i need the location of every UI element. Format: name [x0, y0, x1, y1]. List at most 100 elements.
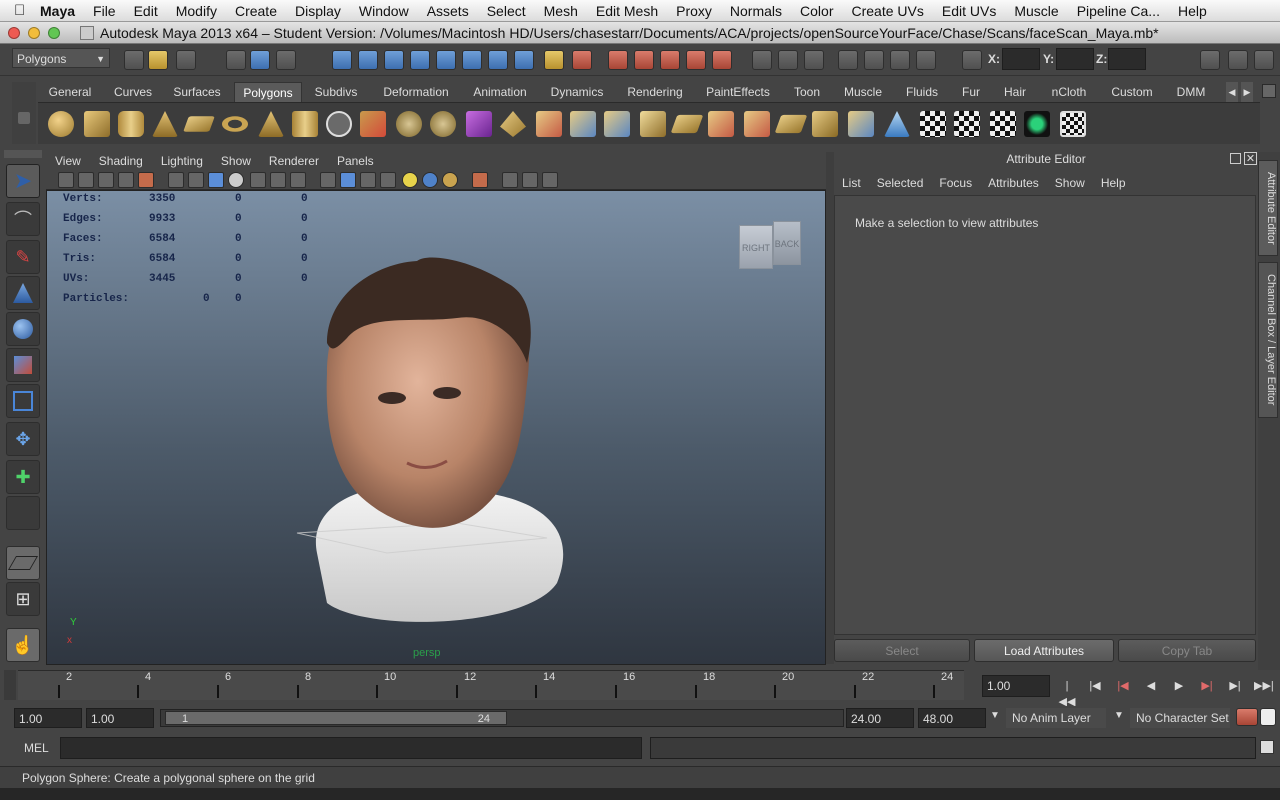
menuset-dropdown[interactable]: Polygons ▼ — [12, 48, 110, 68]
menu-normals[interactable]: Normals — [721, 3, 791, 19]
poly-platonic-icon[interactable] — [326, 111, 352, 137]
render-current-frame-icon[interactable] — [634, 50, 654, 70]
shelf-tab-toon[interactable]: Toon — [788, 82, 826, 102]
menu-select[interactable]: Select — [478, 3, 535, 19]
shelf-tab-muscle[interactable]: Muscle — [838, 82, 888, 102]
extrude-icon[interactable] — [536, 111, 562, 137]
minimize-window-button[interactable] — [28, 26, 40, 39]
poly-torus-icon[interactable] — [222, 116, 248, 132]
planar-mapping-icon[interactable] — [848, 111, 874, 137]
xray-joints-icon[interactable] — [522, 172, 538, 188]
offset-edge-loop-icon[interactable] — [774, 114, 808, 134]
ae-menu-help[interactable]: Help — [1093, 176, 1134, 190]
all-lights-icon[interactable] — [422, 172, 438, 188]
menu-edit-mesh[interactable]: Edit Mesh — [587, 3, 667, 19]
menu-proxy[interactable]: Proxy — [667, 3, 721, 19]
menu-file[interactable]: File — [84, 3, 125, 19]
gate-mask-icon[interactable] — [228, 172, 244, 188]
default-lighting-icon[interactable] — [402, 172, 418, 188]
show-attribute-editor-icon[interactable] — [752, 50, 772, 70]
menu-create[interactable]: Create — [226, 3, 286, 19]
ae-menu-show[interactable]: Show — [1047, 176, 1093, 190]
shelf-scroll-right-icon[interactable]: ▶ — [1241, 82, 1253, 102]
ae-menu-attributes[interactable]: Attributes — [980, 176, 1047, 190]
bookmarks-icon[interactable] — [98, 172, 114, 188]
grid-toggle-icon[interactable] — [168, 172, 184, 188]
shelf-tab-dmm[interactable]: DMM — [1172, 82, 1210, 102]
snap-plane-icon[interactable] — [410, 50, 430, 70]
poly-cone-icon[interactable] — [152, 111, 178, 137]
playback-end-field[interactable]: 24.00 — [846, 708, 914, 728]
history-icon[interactable] — [572, 50, 592, 70]
outliner-icon[interactable] — [864, 50, 884, 70]
snap-point-icon[interactable] — [384, 50, 404, 70]
ipr-render-icon[interactable] — [660, 50, 680, 70]
split-polygon-icon[interactable] — [708, 111, 734, 137]
poly-plane-icon[interactable] — [183, 116, 215, 132]
character-set-dropdown[interactable]: No Character Set — [1130, 708, 1230, 728]
step-forward-key-icon[interactable]: ▶| — [1198, 678, 1216, 694]
view-cube-right-face[interactable]: RIGHT — [739, 225, 773, 269]
uv-layout-icon[interactable] — [954, 111, 980, 137]
quick-layout-outliner[interactable]: ☝ — [6, 628, 40, 662]
shelf-tab-painteffects[interactable]: PaintEffects — [700, 82, 776, 102]
go-to-start-icon[interactable]: |◀◀ — [1058, 678, 1076, 708]
y-field[interactable] — [1056, 48, 1094, 70]
shelf-tab-hair[interactable]: Hair — [998, 82, 1032, 102]
end-time-field[interactable]: 48.00 — [918, 708, 986, 728]
menu-window[interactable]: Window — [350, 3, 418, 19]
time-slider[interactable]: 2 4 6 8 10 12 14 16 18 20 22 24 — [18, 670, 964, 700]
rotate-tool[interactable] — [6, 348, 40, 382]
step-forward-frame-icon[interactable]: ▶| — [1226, 678, 1244, 694]
view-cube-back-face[interactable]: BACK — [773, 221, 801, 265]
average-vertices-icon[interactable] — [500, 111, 526, 137]
auto-key-icon[interactable] — [1236, 708, 1258, 726]
shelf-tab-dynamics[interactable]: Dynamics — [544, 82, 610, 102]
viewport-menu-view[interactable]: View — [46, 154, 90, 168]
select-object-icon[interactable] — [250, 50, 270, 70]
save-scene-icon[interactable] — [176, 50, 196, 70]
move-tool[interactable] — [6, 312, 40, 346]
start-time-field[interactable]: 1.00 — [14, 708, 82, 728]
uv-texture-editor-icon[interactable] — [1024, 111, 1050, 137]
smooth-shade-icon[interactable] — [340, 172, 356, 188]
shelf-tab-fluids[interactable]: Fluids — [900, 82, 944, 102]
tab-channel-box[interactable]: Channel Box / Layer Editor — [1258, 262, 1278, 418]
hypergraph-icon[interactable] — [916, 50, 936, 70]
ae-select-button[interactable]: Select — [834, 639, 970, 662]
poly-sphere-icon[interactable] — [48, 111, 74, 137]
show-tool-settings-icon[interactable] — [778, 50, 798, 70]
select-camera-icon[interactable] — [58, 172, 74, 188]
safe-action-icon[interactable] — [270, 172, 286, 188]
menu-modify[interactable]: Modify — [167, 3, 226, 19]
shelf-tab-rendering[interactable]: Rendering — [622, 82, 688, 102]
select-hierarchy-icon[interactable] — [226, 50, 246, 70]
viewport-menu-panels[interactable]: Panels — [328, 154, 383, 168]
command-input[interactable] — [60, 737, 642, 759]
anim-layer-chevron-icon[interactable]: ▼ — [990, 710, 1000, 721]
safe-title-icon[interactable] — [290, 172, 306, 188]
time-slider-handle[interactable] — [4, 670, 16, 700]
shelf-menu-down-icon[interactable] — [1262, 84, 1276, 98]
step-back-frame-icon[interactable]: |◀ — [1086, 678, 1104, 694]
step-back-key-icon[interactable]: |◀ — [1114, 678, 1132, 694]
bevel-icon[interactable] — [812, 111, 838, 137]
attribute-editor-toggle-icon[interactable] — [1200, 50, 1220, 70]
bridge-icon[interactable] — [570, 111, 596, 137]
uv-snapshot-icon[interactable] — [1060, 111, 1086, 137]
menu-edit[interactable]: Edit — [125, 3, 167, 19]
sculpt-tool[interactable] — [6, 276, 40, 310]
menu-app-maya[interactable]: Maya — [36, 3, 84, 19]
ae-copy-tab-button[interactable]: Copy Tab — [1118, 639, 1256, 662]
viewport-menu-shading[interactable]: Shading — [90, 154, 152, 168]
camera-attributes-icon[interactable] — [78, 172, 94, 188]
field-chart-icon[interactable] — [250, 172, 266, 188]
shelf-tab-polygons[interactable]: Polygons — [234, 82, 302, 102]
show-channel-box-icon[interactable] — [804, 50, 824, 70]
textured-icon[interactable] — [380, 172, 396, 188]
snap-vertex-icon[interactable] — [462, 50, 482, 70]
playback-start-field[interactable]: 1.00 — [86, 708, 154, 728]
smooth-icon[interactable] — [466, 111, 492, 137]
append-polygon-icon[interactable] — [604, 111, 630, 137]
snap-edge-icon[interactable] — [488, 50, 508, 70]
